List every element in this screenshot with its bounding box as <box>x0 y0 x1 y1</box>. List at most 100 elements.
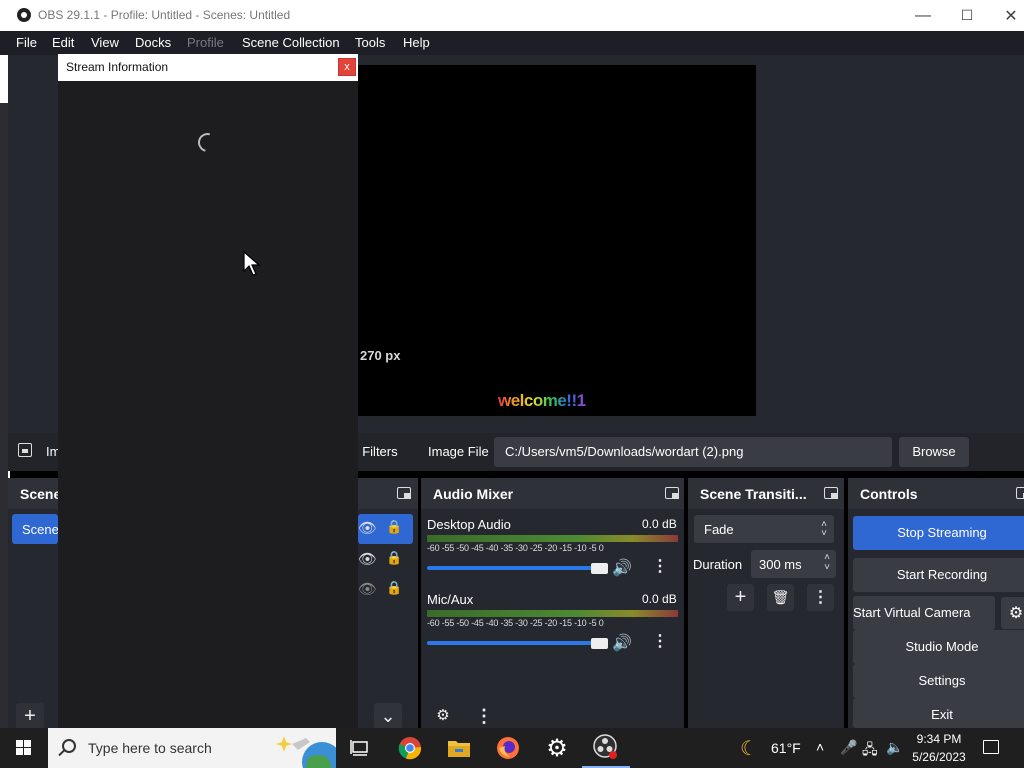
settings-gear-icon[interactable]: ⚙ <box>533 728 581 768</box>
scene-transitions-title: Scene Transiti... <box>688 478 844 509</box>
duration-spinbox[interactable]: 300 ms ˄ ˅ <box>751 550 836 578</box>
taskbar-search-box[interactable]: Type here to search <box>48 728 336 768</box>
weather-moon-icon[interactable]: ☾ <box>740 736 758 761</box>
tray-chevron-up-icon[interactable]: ˄ <box>816 739 824 755</box>
menu-help[interactable]: Help <box>403 35 430 50</box>
speaker-icon[interactable]: 🔊 <box>612 558 632 578</box>
move-down-icon[interactable]: ⌄ <box>374 703 402 729</box>
audio-mixer-title: Audio Mixer <box>421 478 684 509</box>
duration-label: Duration <box>693 557 743 572</box>
chrome-icon[interactable] <box>386 728 434 768</box>
weather-temperature[interactable]: 61°F <box>771 740 801 756</box>
menu-bar: File Edit View Docks Profile Scene Colle… <box>0 31 1024 55</box>
mic-aux-menu-icon[interactable]: ⋮ <box>652 631 668 651</box>
obs-logo-icon <box>17 8 31 22</box>
image-file-label: Image File <box>428 444 489 459</box>
mixer-menu-icon[interactable]: ⋮ <box>470 703 498 729</box>
start-recording-button[interactable]: Start Recording <box>853 558 1024 592</box>
dialog-titlebar: Stream Information x <box>58 54 358 81</box>
menu-view[interactable]: View <box>91 35 119 50</box>
mic-aux-fader-knob[interactable] <box>591 638 608 649</box>
desktop-audio-menu-icon[interactable]: ⋮ <box>652 556 668 576</box>
clock-time[interactable]: 9:34 PM <box>916 732 962 746</box>
mic-aux-ticks: -60 -55 -50 -45 -40 -35 -30 -25 -20 -15 … <box>427 618 604 628</box>
lock-icon[interactable]: 🔒 <box>386 580 402 596</box>
desktop-audio-ticks: -60 -55 -50 -45 -40 -35 -30 -25 -20 -15 … <box>427 543 604 553</box>
stream-information-dialog: Stream Information x <box>58 54 358 730</box>
task-view-icon[interactable] <box>336 728 384 768</box>
file-explorer-icon[interactable] <box>435 728 483 768</box>
speaker-icon[interactable]: 🔊 <box>612 633 632 653</box>
search-placeholder: Type here to search <box>88 740 212 756</box>
lock-icon[interactable]: 🔒 <box>386 550 402 566</box>
menu-file[interactable]: File <box>16 35 37 50</box>
virtual-camera-settings-gear-icon[interactable]: ⚙ <box>1001 597 1024 629</box>
left-edge-dark <box>0 103 8 728</box>
exit-button[interactable]: Exit <box>853 698 1024 728</box>
network-icon[interactable]: 🖧 <box>862 739 878 763</box>
desktop-audio-label: Desktop Audio <box>427 517 511 532</box>
window-title: OBS 29.1.1 - Profile: Untitled - Scenes:… <box>38 8 291 22</box>
search-icon <box>62 739 76 753</box>
microphone-icon[interactable]: 🎤 <box>840 739 857 756</box>
select-chevron-icon: ˄ ˅ <box>821 519 827 539</box>
delete-transition-icon[interactable]: 🗑 <box>767 584 794 611</box>
stop-streaming-button[interactable]: Stop Streaming <box>853 516 1024 550</box>
mic-aux-meter <box>427 610 678 617</box>
windows-start-icon[interactable] <box>0 728 48 768</box>
mixer-settings-gear-icon[interactable]: ⚙ <box>429 703 457 729</box>
transitions-undock-icon[interactable] <box>824 487 838 499</box>
clock-date[interactable]: 5/26/2023 <box>908 750 970 764</box>
studio-mode-button[interactable]: Studio Mode <box>853 630 1024 664</box>
menu-tools[interactable]: Tools <box>355 35 385 50</box>
controls-title: Controls <box>848 478 1024 509</box>
close-window-icon[interactable]: ✕ <box>988 0 1024 31</box>
sources-undock-icon[interactable] <box>397 487 411 499</box>
menu-profile[interactable]: Profile <box>187 35 224 50</box>
desktop-audio-db: 0.0 dB <box>642 517 677 531</box>
mouse-cursor-icon <box>243 251 261 276</box>
desktop-audio-fader-knob[interactable] <box>591 563 608 574</box>
transition-selected-value: Fade <box>704 522 734 537</box>
preview-canvas[interactable] <box>358 65 756 416</box>
wordart-image: welcome!!1 <box>498 391 586 410</box>
visibility-eye-icon[interactable]: 👁 <box>358 550 377 568</box>
browse-button[interactable]: Browse <box>899 437 969 467</box>
add-scene-icon[interactable]: + <box>16 703 44 729</box>
image-source-icon <box>18 443 32 457</box>
transition-menu-icon[interactable]: ⋮ <box>807 584 834 611</box>
mic-aux-db: 0.0 dB <box>642 592 677 606</box>
transition-select[interactable]: Fade ˄ ˅ <box>694 515 834 543</box>
menu-edit[interactable]: Edit <box>52 35 74 50</box>
lock-icon[interactable]: 🔒 <box>386 519 402 535</box>
firefox-icon[interactable] <box>484 728 532 768</box>
controls-undock-icon[interactable] <box>1016 487 1024 499</box>
duration-value: 300 ms <box>759 557 802 572</box>
menu-scene-collection[interactable]: Scene Collection <box>242 35 340 50</box>
obs-taskbar-icon[interactable] <box>582 728 630 768</box>
scene-list-item[interactable]: Scene <box>12 514 58 544</box>
visibility-eye-icon[interactable]: 👁 <box>358 519 377 537</box>
visibility-hidden-icon[interactable]: 👁 <box>358 580 377 598</box>
audio-mixer-undock-icon[interactable] <box>665 487 679 499</box>
mic-aux-label: Mic/Aux <box>427 592 474 607</box>
image-file-field[interactable]: C:/Users/vm5/Downloads/wordart (2).png <box>494 437 892 467</box>
window-titlebar: OBS 29.1.1 - Profile: Untitled - Scenes:… <box>0 0 1024 31</box>
minimize-icon[interactable]: — <box>900 0 946 31</box>
desktop-audio-meter <box>427 535 678 542</box>
search-highlight-illustration-icon <box>276 736 336 768</box>
dialog-close-icon[interactable]: x <box>338 58 356 76</box>
volume-icon[interactable]: 🔈 <box>886 739 903 756</box>
settings-button[interactable]: Settings <box>853 664 1024 698</box>
spin-arrows-icon[interactable]: ˄ ˅ <box>824 553 830 573</box>
add-transition-icon[interactable]: + <box>727 584 754 611</box>
mic-aux-fader[interactable] <box>427 641 607 645</box>
menu-docks[interactable]: Docks <box>135 35 171 50</box>
notifications-icon[interactable] <box>983 740 999 754</box>
size-label: 270 px <box>360 348 401 363</box>
dialog-title: Stream Information <box>66 60 169 74</box>
filters-button[interactable]: ] Filters <box>355 444 398 459</box>
maximize-icon[interactable]: ☐ <box>944 0 990 31</box>
desktop-audio-fader[interactable] <box>427 566 607 570</box>
start-virtual-camera-button[interactable]: Start Virtual Camera <box>853 596 995 630</box>
